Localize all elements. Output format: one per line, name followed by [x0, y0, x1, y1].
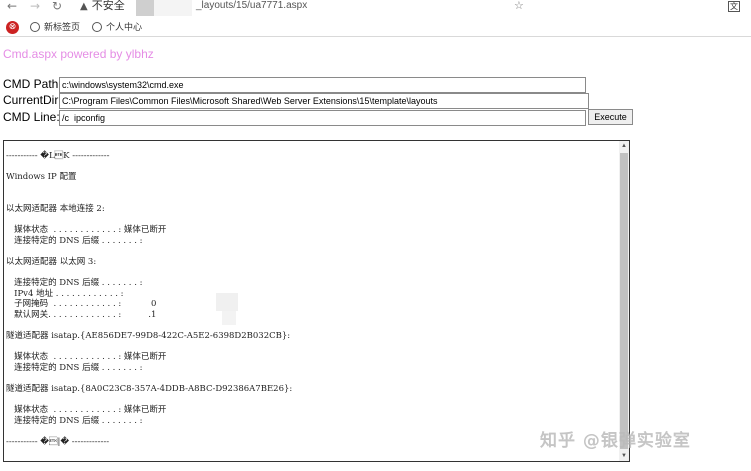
- globe-icon: [92, 22, 102, 32]
- bookmark-personal-center[interactable]: 个人中心: [92, 21, 142, 33]
- powered-by-text: Cmd.aspx powered by ylbhz: [3, 47, 154, 61]
- output-scrollbar[interactable]: ▲ ▼: [619, 141, 629, 461]
- current-dir-input[interactable]: [59, 93, 589, 109]
- back-icon[interactable]: ←: [5, 0, 19, 14]
- browser-toolbar: ← → ↻ ▲ 不安全 _layouts/15/ua7771.aspx ☆ 文: [0, 0, 751, 17]
- current-dir-label: CurrentDir:: [3, 93, 62, 107]
- star-icon[interactable]: ☆: [514, 0, 524, 11]
- forward-icon[interactable]: →: [28, 0, 42, 14]
- cmd-path-input[interactable]: [59, 77, 586, 93]
- address-bar-url[interactable]: _layouts/15/ua7771.aspx: [196, 0, 307, 12]
- scroll-up-icon[interactable]: ▲: [621, 143, 627, 149]
- bookmark-new-tab[interactable]: 新标签页: [30, 21, 80, 33]
- execute-button[interactable]: Execute: [588, 109, 633, 125]
- watermark-text: 知乎 @银弹实验室: [540, 431, 691, 451]
- scroll-thumb[interactable]: [620, 153, 628, 449]
- globe-icon: [30, 22, 40, 32]
- apps-icon[interactable]: ⊗: [6, 21, 19, 34]
- url-redaction-light: [154, 0, 192, 16]
- reload-icon[interactable]: ↻: [50, 0, 64, 14]
- cmd-line-input[interactable]: [59, 110, 586, 126]
- command-output-text: ----------- �LK ------------- Windows I…: [6, 151, 293, 448]
- command-output-box[interactable]: ----------- �LK ------------- Windows I…: [3, 140, 630, 462]
- bookmark-label: 个人中心: [106, 22, 143, 32]
- cmd-line-label: CMD Line:: [3, 110, 60, 124]
- warning-icon: ▲: [80, 1, 88, 12]
- redaction-block: [222, 311, 236, 325]
- bookmarks-bar: ⊗ 新标签页 个人中心: [0, 17, 751, 37]
- cmd-path-label: CMD Path:: [3, 77, 62, 91]
- security-label: 不安全: [91, 0, 125, 12]
- translate-icon[interactable]: 文: [728, 1, 740, 12]
- scroll-down-icon[interactable]: ▼: [621, 453, 627, 459]
- security-indicator[interactable]: ▲ 不安全: [80, 0, 125, 13]
- url-redaction: [136, 0, 154, 16]
- redaction-block: [216, 293, 238, 311]
- bookmark-label: 新标签页: [44, 22, 81, 32]
